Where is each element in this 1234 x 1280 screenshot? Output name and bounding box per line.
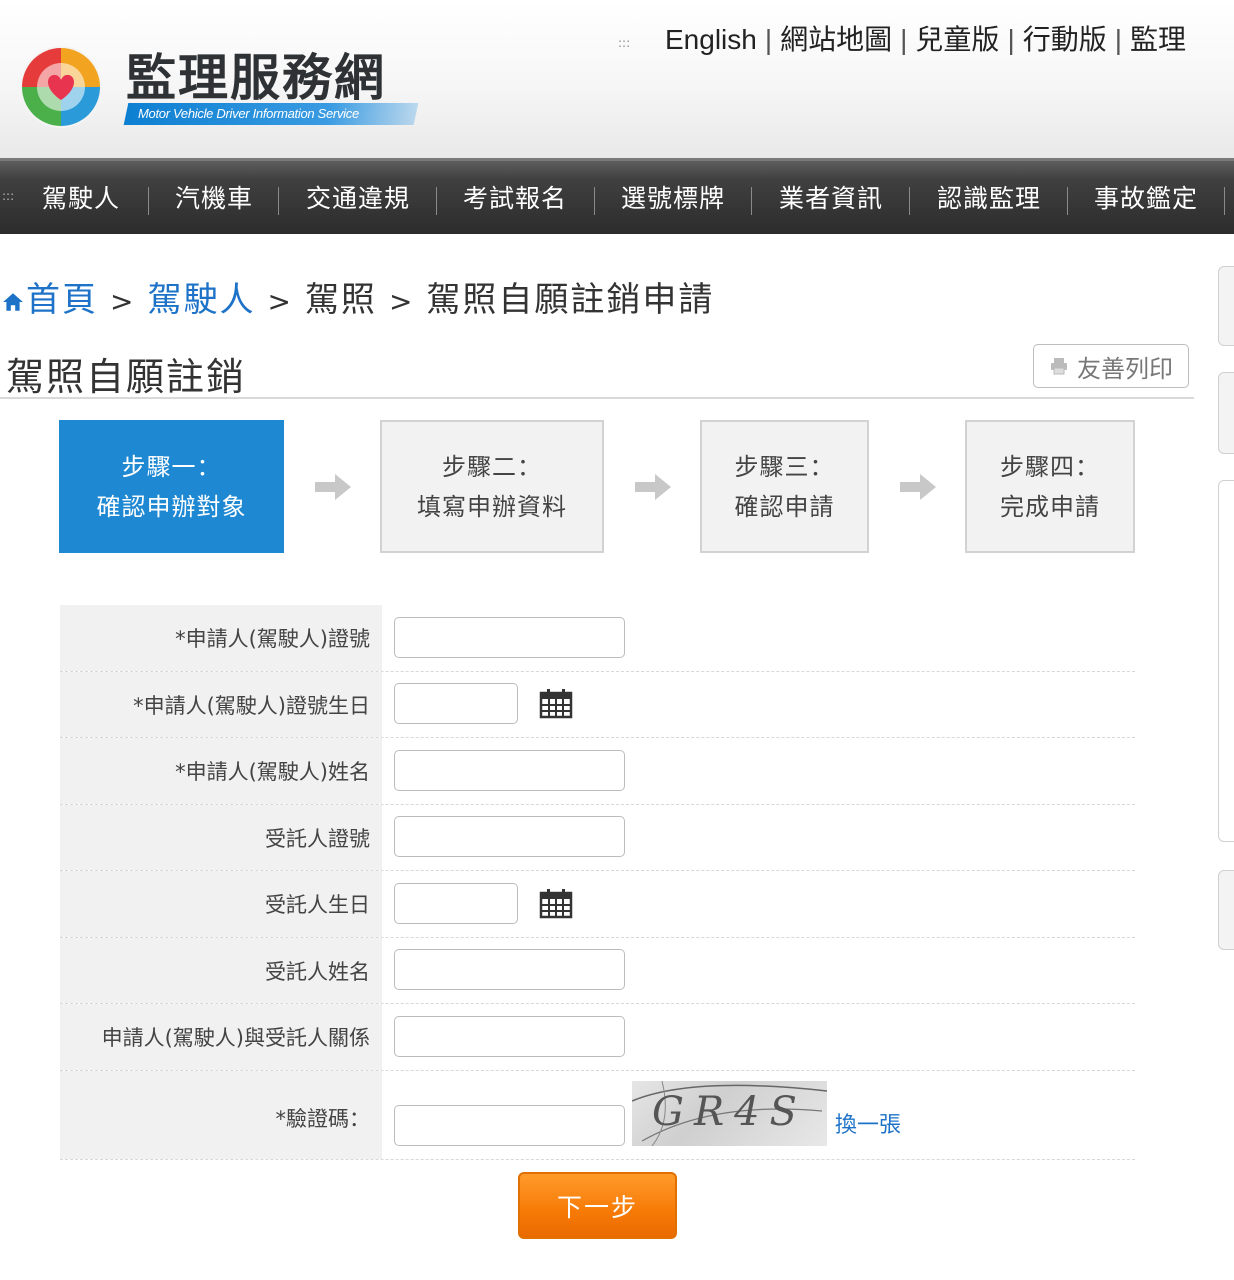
step-4-desc: 完成申請 <box>1000 492 1100 521</box>
trustee-birthday-label: 受託人生日 <box>60 871 382 937</box>
top-link-separator: | <box>1007 24 1015 55</box>
top-link-english[interactable]: English <box>665 24 757 55</box>
captcha-image: GR4S <box>632 1081 827 1146</box>
top-link-kids[interactable]: 兒童版 <box>915 24 999 55</box>
site-header: 監理服務網 Motor Vehicle Driver Information S… <box>0 0 1234 158</box>
nav-item-vehicle[interactable]: 汽機車 <box>175 181 253 217</box>
side-tab[interactable] <box>1218 266 1234 346</box>
step-2-title: 步驟二： <box>442 452 542 481</box>
logo-icon[interactable] <box>18 44 104 130</box>
step-4-title: 步驟四： <box>1000 452 1100 481</box>
breadcrumb-separator: > <box>267 285 293 318</box>
nav-separator <box>1224 187 1225 215</box>
print-button[interactable]: 友善列印 <box>1033 344 1189 388</box>
step-3-desc: 確認申請 <box>734 492 835 521</box>
side-tab[interactable] <box>1218 372 1234 454</box>
step-4: 步驟四： 完成申請 <box>965 420 1135 553</box>
nav-item-driver[interactable]: 駕駛人 <box>42 181 120 217</box>
step-1-title: 步驟一： <box>121 452 222 481</box>
step-2-desc: 填寫申辦資料 <box>417 492 567 521</box>
breadcrumb-driver[interactable]: 駕駛人 <box>147 280 255 320</box>
trustee-name-input[interactable] <box>394 949 625 990</box>
nav-separator <box>751 187 752 215</box>
breadcrumb-separator: > <box>110 285 136 318</box>
top-links: English | 網站地圖 | 兒童版 | 行動版 | 監理 <box>665 18 1186 58</box>
breadcrumb-separator: > <box>388 285 415 318</box>
top-link-separator: | <box>1114 24 1123 55</box>
applicant-id-label: *申請人(駕駛人)證號 <box>60 605 382 671</box>
arrow-right-icon <box>315 474 351 500</box>
side-panel <box>1218 480 1234 842</box>
page-title: 駕照自願註銷 <box>6 355 247 399</box>
top-link-sitemap[interactable]: 網站地圖 <box>780 24 892 55</box>
application-form: *申請人(駕駛人)證號 *申請人(駕駛人)證號生日 *申請人(駕駛人)姓名 受託… <box>60 605 1135 1160</box>
nav-item-exam[interactable]: 考試報名 <box>463 181 567 217</box>
nav-separator <box>278 187 279 215</box>
trustee-id-label: 受託人證號 <box>60 805 382 870</box>
nav-separator <box>909 187 910 215</box>
step-1: 步驟一： 確認申辦對象 <box>59 420 284 553</box>
top-link-separator: | <box>764 24 773 55</box>
trustee-name-label: 受託人姓名 <box>60 938 382 1003</box>
top-link-mobile[interactable]: 行動版 <box>1023 24 1107 55</box>
arrow-right-icon <box>635 474 671 500</box>
step-3-title: 步驟三： <box>734 452 835 481</box>
next-step-button[interactable]: 下一步 <box>518 1172 677 1239</box>
calendar-icon[interactable] <box>539 889 573 919</box>
applicant-birthday-input[interactable] <box>394 683 518 724</box>
form-row-applicant-birthday: *申請人(駕駛人)證號生日 <box>60 672 1135 738</box>
side-tab[interactable] <box>1218 870 1234 950</box>
logo-title[interactable]: 監理服務網 <box>126 38 386 110</box>
print-label: 友善列印 <box>1077 354 1173 383</box>
main-nav: ::: 駕駛人 汽機車 交通違規 考試報名 選號標牌 業者資訊 認識監理 事故鑑… <box>0 158 1234 234</box>
nav-separator <box>1067 187 1068 215</box>
breadcrumb-license: 駕照 <box>304 280 377 320</box>
trustee-id-input[interactable] <box>394 816 625 857</box>
home-icon[interactable] <box>2 291 24 313</box>
applicant-birthday-label: *申請人(駕駛人)證號生日 <box>60 672 382 737</box>
applicant-name-label: *申請人(駕駛人)姓名 <box>60 738 382 804</box>
form-row-trustee-id: 受託人證號 <box>60 805 1135 871</box>
captcha-refresh-link[interactable]: 換一張 <box>835 1107 901 1139</box>
form-row-relationship: 申請人(駕駛人)與受託人關係 <box>60 1004 1135 1071</box>
nav-separator <box>594 187 595 215</box>
nav-item-business[interactable]: 業者資訊 <box>779 181 883 217</box>
form-row-captcha: *驗證碼： GR4S 換一張 <box>60 1071 1135 1160</box>
captcha-text: GR4S <box>652 1089 807 1135</box>
trustee-birthday-input[interactable] <box>394 883 518 924</box>
top-link-separator: | <box>900 24 908 55</box>
step-2: 步驟二： 填寫申辦資料 <box>380 420 604 553</box>
arrow-right-icon <box>900 474 936 500</box>
nav-separator <box>436 187 437 215</box>
breadcrumb: 首頁 > 駕駛人 > 駕照 > 駕照自願註銷申請 <box>2 272 714 321</box>
step-1-desc: 確認申辦對象 <box>96 492 247 521</box>
nav-separator <box>148 187 149 215</box>
form-row-applicant-id: *申請人(駕駛人)證號 <box>60 605 1135 672</box>
form-row-applicant-name: *申請人(駕駛人)姓名 <box>60 738 1135 805</box>
relationship-input[interactable] <box>394 1016 625 1057</box>
applicant-id-input[interactable] <box>394 617 625 658</box>
relationship-label: 申請人(駕駛人)與受託人關係 <box>60 1004 382 1070</box>
nav-item-accident[interactable]: 事故鑑定 <box>1094 181 1198 217</box>
nav-item-violations[interactable]: 交通違規 <box>306 181 410 217</box>
top-links-dots: ::: <box>618 36 631 50</box>
print-icon <box>1051 358 1067 375</box>
captcha-label: *驗證碼： <box>60 1071 382 1159</box>
breadcrumb-home[interactable]: 首頁 <box>26 280 98 320</box>
applicant-name-input[interactable] <box>394 750 625 791</box>
nav-item-plates[interactable]: 選號標牌 <box>621 181 725 217</box>
step-3: 步驟三： 確認申請 <box>700 420 869 553</box>
title-divider <box>0 397 1194 399</box>
form-row-trustee-birthday: 受託人生日 <box>60 871 1135 938</box>
calendar-icon[interactable] <box>539 689 573 719</box>
nav-item-about[interactable]: 認識監理 <box>937 181 1041 217</box>
top-link-monitoring[interactable]: 監理 <box>1130 24 1186 55</box>
nav-dots: ::: <box>2 189 15 203</box>
logo-subtitle: Motor Vehicle Driver Information Service <box>138 106 359 121</box>
breadcrumb-current: 駕照自願註銷申請 <box>426 280 715 320</box>
captcha-input[interactable] <box>394 1105 625 1146</box>
form-row-trustee-name: 受託人姓名 <box>60 938 1135 1004</box>
